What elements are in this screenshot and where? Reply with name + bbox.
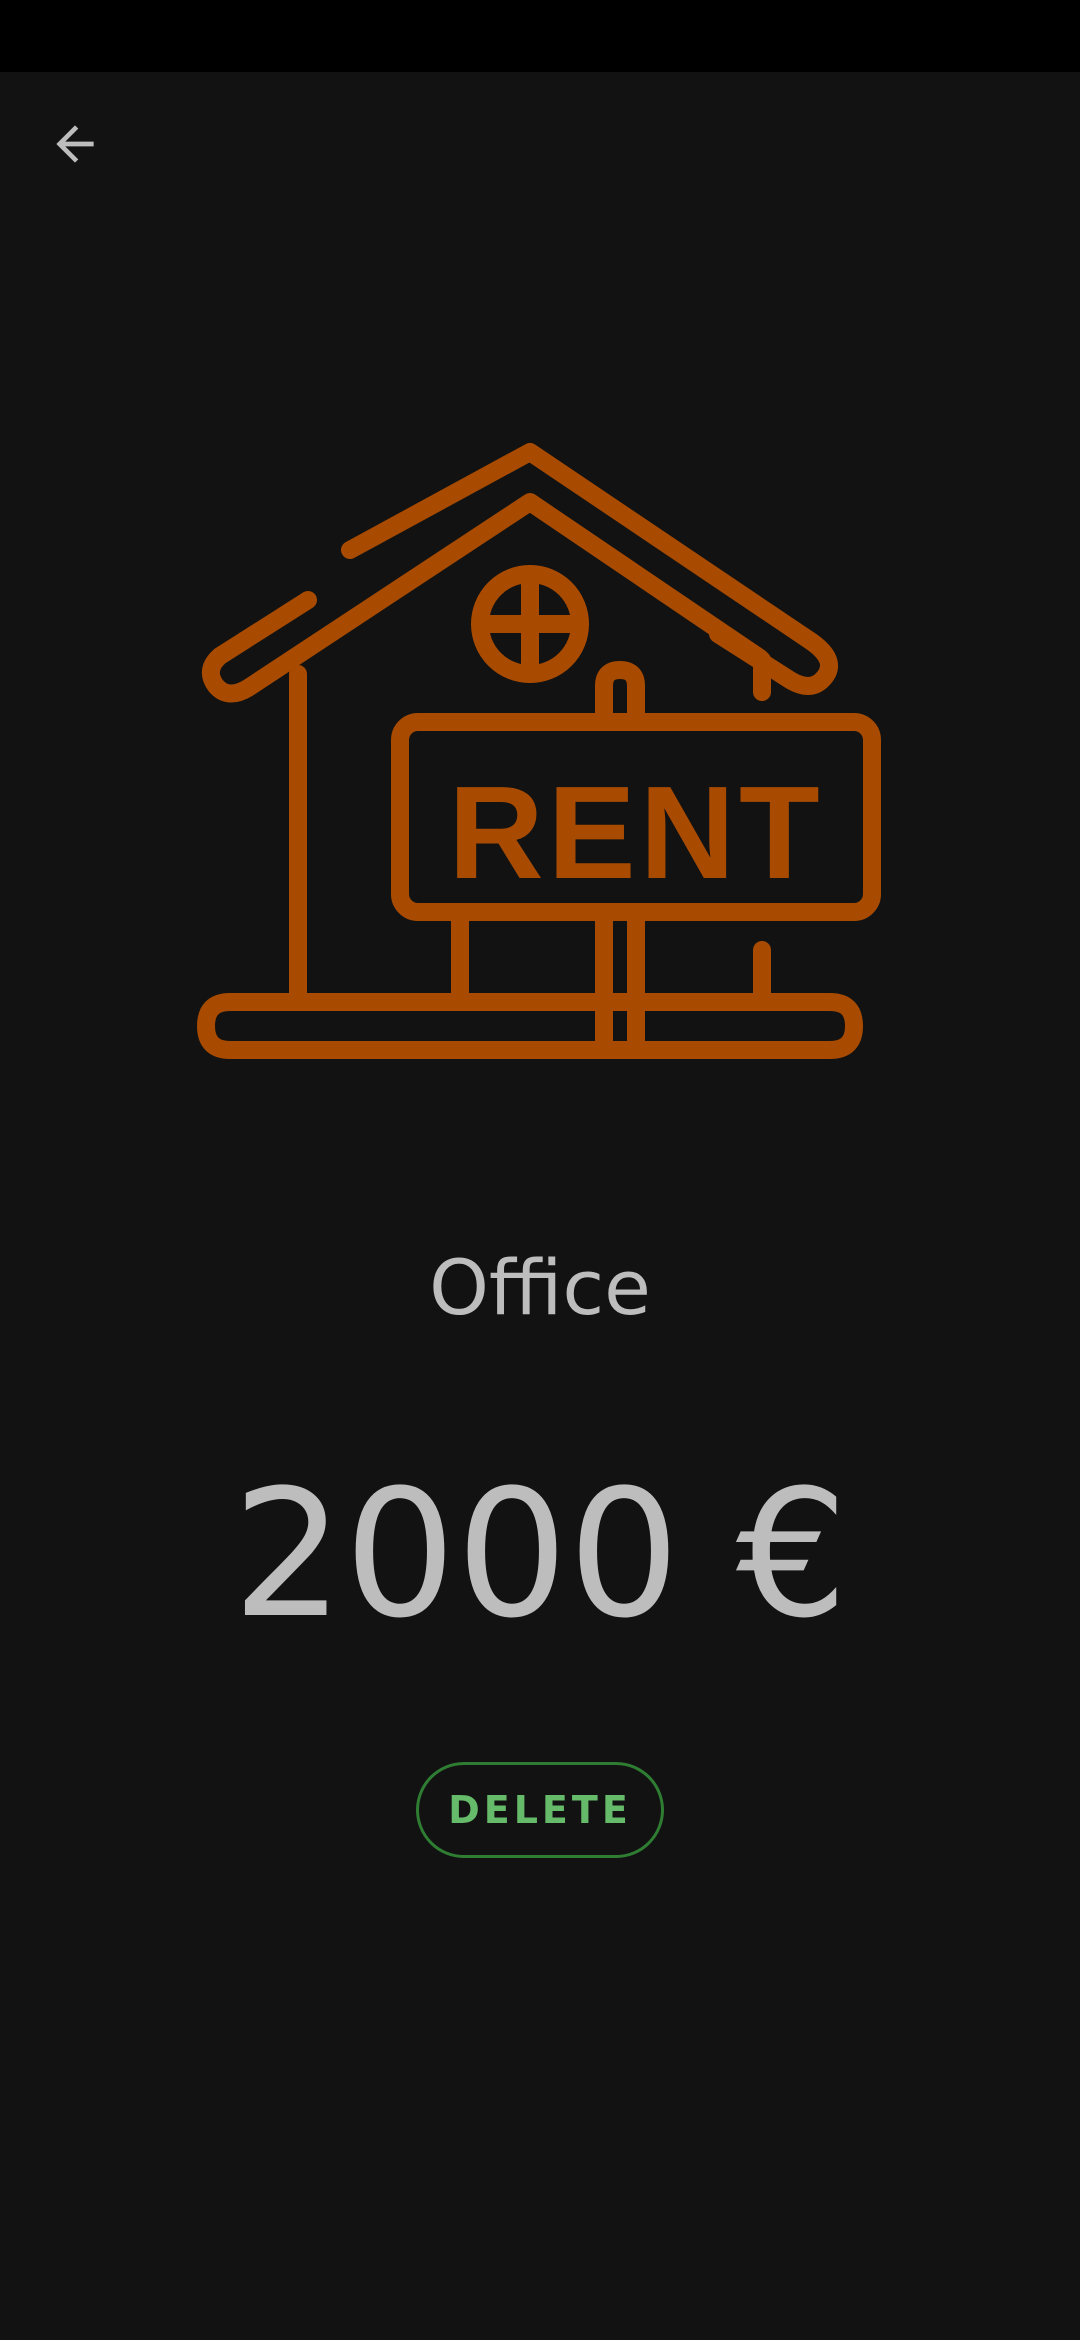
detail-screen (0, 72, 1080, 2340)
status-bar (0, 0, 1080, 72)
delete-button[interactable]: DELETE (416, 1762, 664, 1858)
expense-title: Office (429, 1243, 651, 1332)
rent-sign-text: RENT (448, 759, 823, 906)
house-rent-sign-icon: RENT (190, 430, 890, 1090)
back-button[interactable] (30, 99, 120, 189)
arrow-left-icon (56, 125, 94, 163)
expense-amount: 2000 € (232, 1452, 848, 1657)
